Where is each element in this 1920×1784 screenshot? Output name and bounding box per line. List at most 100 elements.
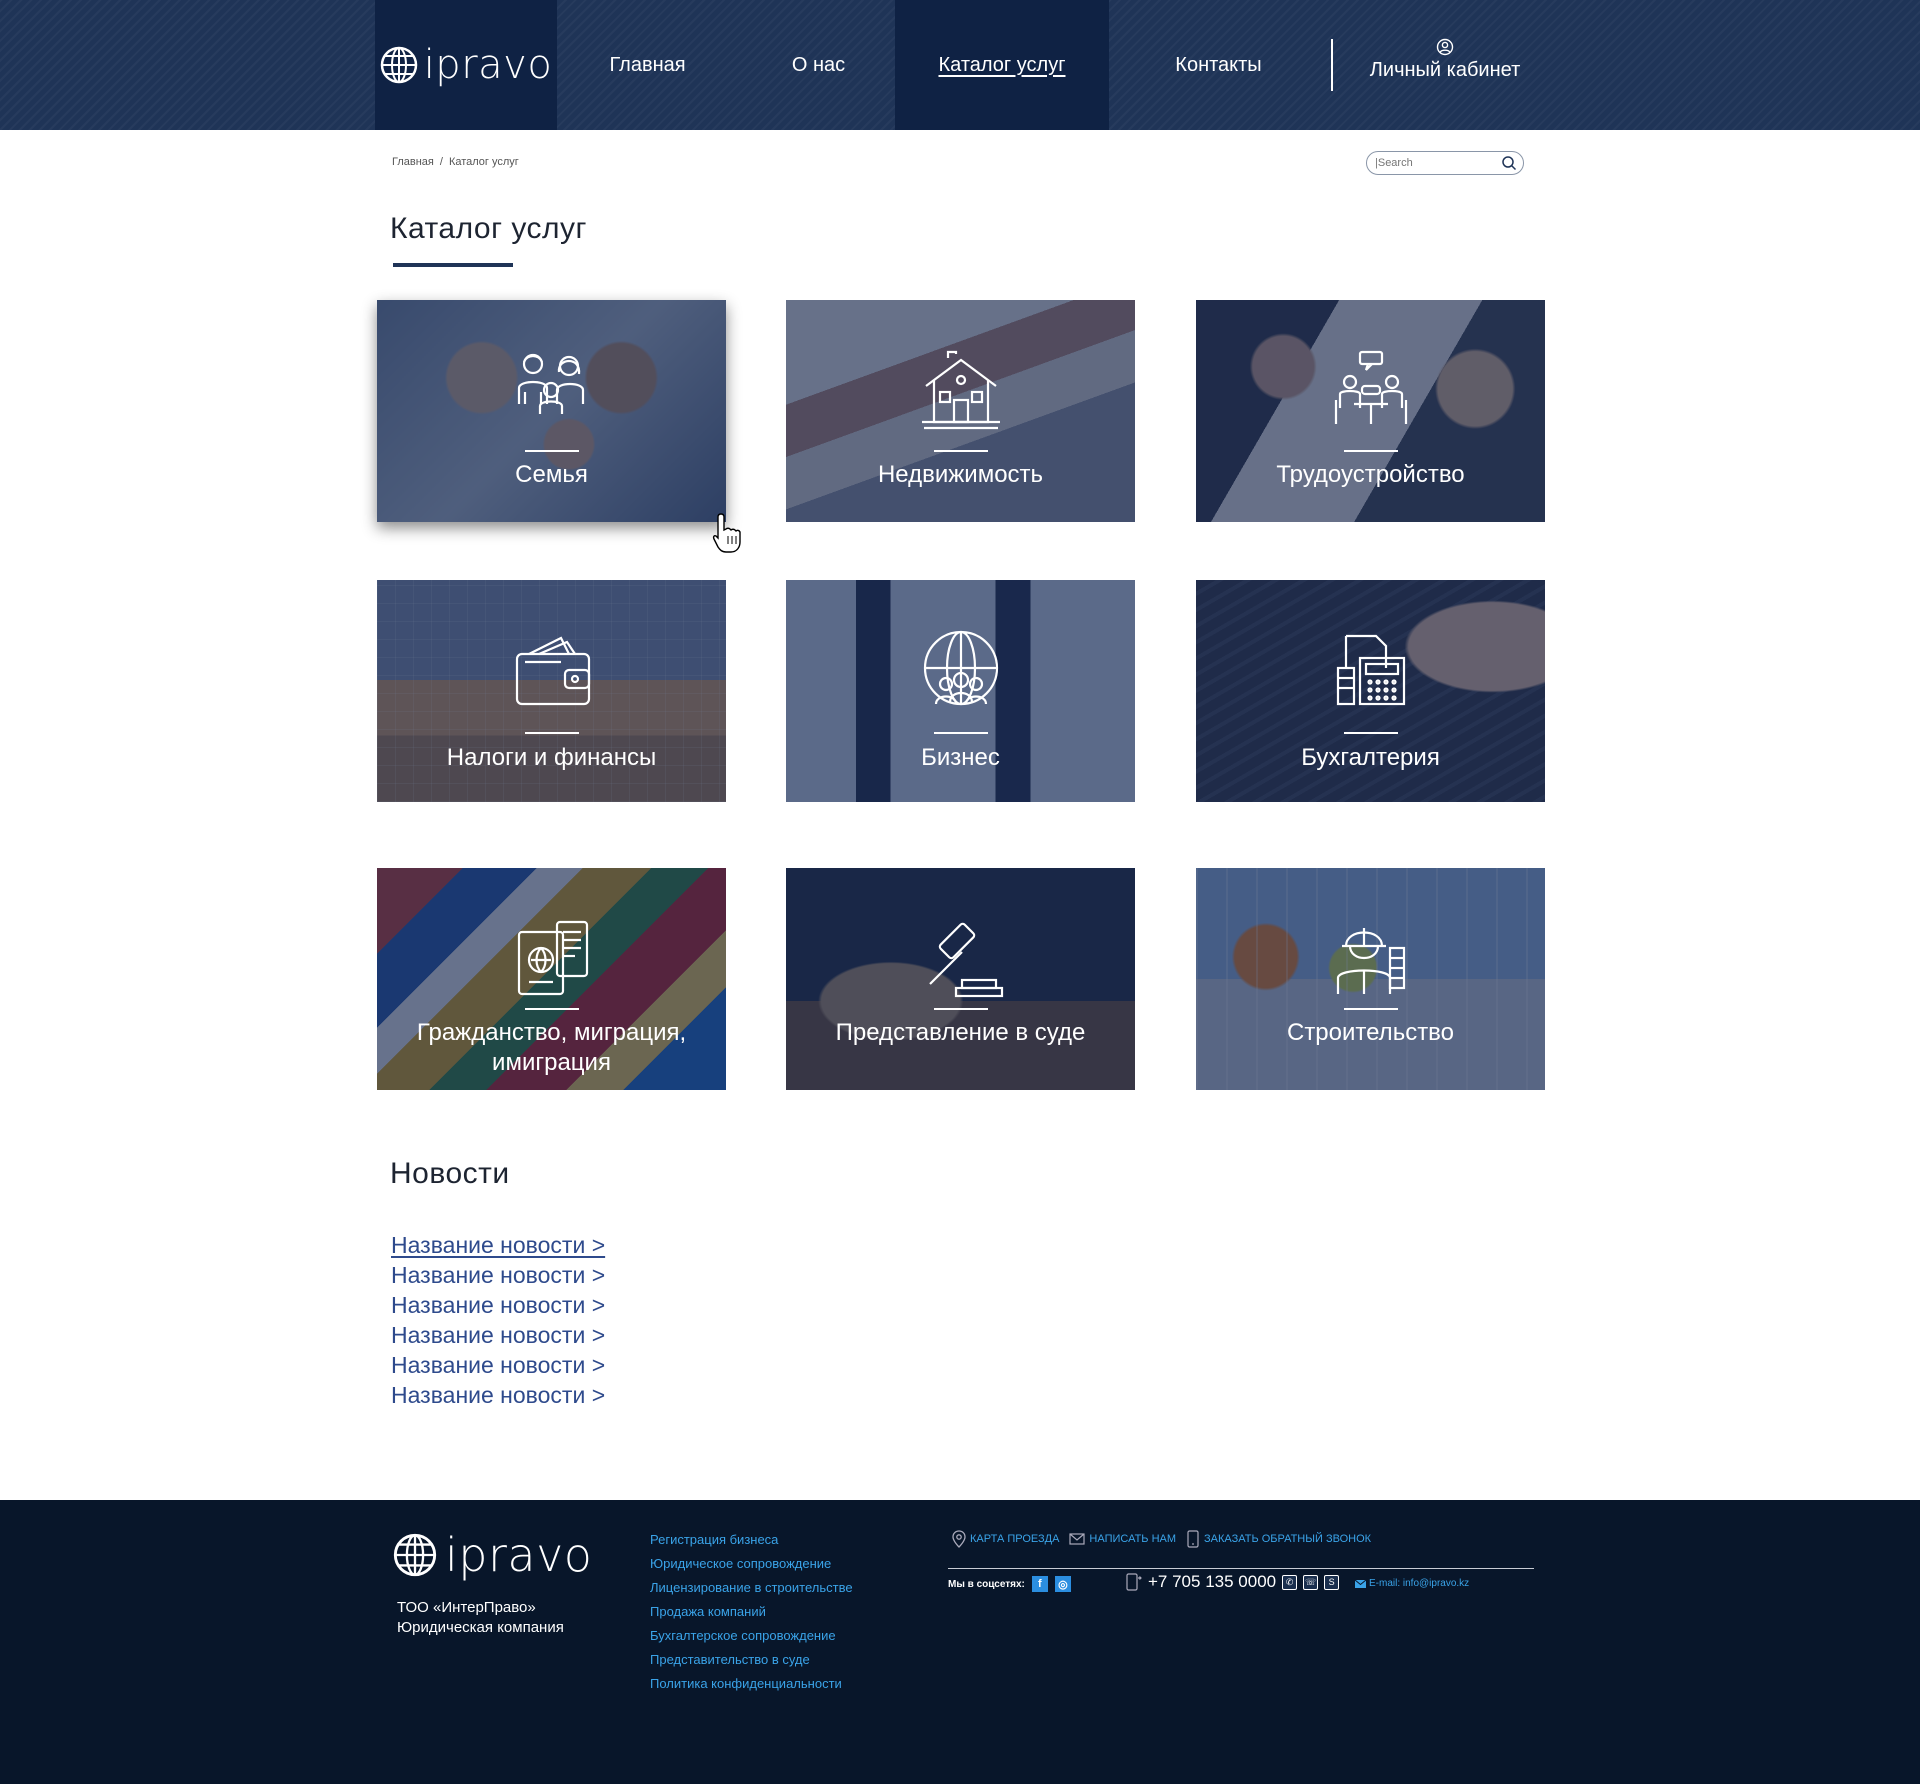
service-card-court[interactable]: Представление в суде <box>786 868 1135 1090</box>
service-card-taxes[interactable]: Налоги и финансы <box>377 580 726 802</box>
site-header: ipravo Главная О нас Каталог услуг Конта… <box>0 0 1920 130</box>
card-divider <box>524 450 579 452</box>
map-label: КАРТА ПРОЕЗДА <box>970 1533 1060 1545</box>
logo[interactable]: ipravo <box>375 0 557 130</box>
news-item: Название новости > <box>391 1230 605 1260</box>
card-label: Бизнес <box>921 744 1000 771</box>
card-divider <box>1343 732 1398 734</box>
nav-catalog-label: Каталог услуг <box>938 53 1066 76</box>
news-link[interactable]: Название новости > <box>391 1262 605 1288</box>
mail-icon <box>1355 1579 1366 1588</box>
personal-cabinet-link[interactable]: Личный кабинет <box>1350 38 1540 82</box>
breadcrumb-current: Каталог услуг <box>448 156 519 168</box>
cabinet-label: Личный кабинет <box>1369 59 1521 81</box>
news-item: Название новости > <box>391 1320 605 1350</box>
meeting-icon <box>1334 350 1407 424</box>
phone-icon <box>1126 1573 1142 1591</box>
social-block: Мы в соцсетях: f ◎ <box>948 1576 1071 1592</box>
callback-label: ЗАКАЗАТЬ ОБРАТНЫЙ ЗВОНОК <box>1204 1533 1372 1545</box>
nav-home-label: Главная <box>609 53 686 76</box>
news-item: Название новости > <box>391 1380 605 1410</box>
write-us-link[interactable]: НАПИСАТЬ НАМ <box>1069 1533 1176 1545</box>
card-divider <box>933 732 988 734</box>
news-link[interactable]: Название новости > <box>391 1382 605 1408</box>
card-label: Недвижимость <box>877 461 1044 488</box>
news-item: Название новости > <box>391 1260 605 1290</box>
search-box <box>1366 151 1524 175</box>
facebook-icon[interactable]: f <box>1031 1576 1048 1592</box>
envelope-icon <box>1069 1533 1086 1545</box>
card-label: Строительство <box>1286 1019 1455 1046</box>
card-divider <box>933 1008 988 1010</box>
title-underline <box>393 263 513 267</box>
footer-logo[interactable]: ipravo <box>393 1528 592 1582</box>
write-label: НАПИСАТЬ НАМ <box>1089 1533 1177 1545</box>
map-pin-icon <box>952 1530 966 1548</box>
card-label: Трудоустройство <box>1276 461 1465 488</box>
card-divider <box>524 732 579 734</box>
search-icon[interactable] <box>1501 155 1517 171</box>
nav-home[interactable]: Главная <box>576 0 719 130</box>
footer-link[interactable]: Юридическое сопровождение <box>650 1552 853 1576</box>
breadcrumb-separator: / <box>439 156 443 168</box>
card-divider <box>1343 1008 1398 1010</box>
passport-icon <box>517 920 588 996</box>
card-label: Представление в суде <box>835 1019 1086 1046</box>
service-card-construction[interactable]: Строительство <box>1196 868 1545 1090</box>
phone-block: +7 705 135 0000 ✆ ☏ S <box>1124 1572 1340 1592</box>
search-input[interactable] <box>1375 157 1495 169</box>
footer-link[interactable]: Продажа компаний <box>650 1600 853 1624</box>
footer-divider <box>948 1568 1534 1569</box>
house-icon <box>921 350 1000 430</box>
nav-catalog[interactable]: Каталог услуг <box>895 0 1109 130</box>
news-link[interactable]: Название новости > <box>391 1292 605 1318</box>
card-label: Семья <box>515 461 588 488</box>
social-label: Мы в соцсетях: <box>948 1578 1025 1590</box>
nav-about[interactable]: О нас <box>747 0 890 130</box>
news-title: Новости <box>390 1157 510 1190</box>
news-link[interactable]: Название новости > <box>391 1232 605 1258</box>
footer-link[interactable]: Представительство в суде <box>650 1648 853 1672</box>
footer-link[interactable]: Бухгалтерское сопровождение <box>650 1624 853 1648</box>
service-card-family[interactable]: Семья <box>377 300 726 522</box>
callback-link[interactable]: ЗАКАЗАТЬ ОБРАТНЫЙ ЗВОНОК <box>1186 1530 1371 1548</box>
nav-about-label: О нас <box>791 53 846 76</box>
phone-callback-icon <box>1187 1530 1199 1548</box>
service-card-citizenship[interactable]: Гражданство, миграция, имиграция <box>377 868 726 1090</box>
instagram-icon[interactable]: ◎ <box>1054 1576 1071 1592</box>
footer-link[interactable]: Политика конфиденциальности <box>650 1672 853 1696</box>
logo-text: ipravo <box>423 42 553 88</box>
news-link[interactable]: Название новости > <box>391 1322 605 1348</box>
company-type: Юридическая компания <box>397 1619 564 1636</box>
skype-icon[interactable]: S <box>1324 1574 1340 1590</box>
footer-link[interactable]: Лицензирование в строительстве <box>650 1576 853 1600</box>
email-block[interactable]: E-mail: info@ipravo.kz <box>1355 1578 1469 1589</box>
card-label: Гражданство, миграция, имиграция <box>416 1019 687 1076</box>
service-card-real-estate[interactable]: Недвижимость <box>786 300 1135 522</box>
hand-cursor-icon <box>712 513 741 553</box>
builder-icon <box>1336 928 1405 994</box>
news-link[interactable]: Название новости > <box>391 1352 605 1378</box>
breadcrumb-home[interactable]: Главная <box>392 156 434 168</box>
viber-icon[interactable]: ☏ <box>1303 1574 1319 1590</box>
footer-company: ТОО «ИнтерПраво» Юридическая компания <box>397 1598 564 1638</box>
nav-contacts[interactable]: Контакты <box>1147 0 1290 130</box>
globe-logo-icon <box>380 46 417 84</box>
service-card-accounting[interactable]: Бухгалтерия <box>1196 580 1545 802</box>
email-address: E-mail: info@ipravo.kz <box>1369 1578 1470 1589</box>
nav-divider <box>1331 39 1333 91</box>
news-item: Название новости > <box>391 1290 605 1320</box>
phone-number[interactable]: +7 705 135 0000 <box>1148 1572 1276 1592</box>
footer-logo-text: ipravo <box>445 1528 593 1582</box>
map-link[interactable]: КАРТА ПРОЕЗДА <box>952 1530 1059 1548</box>
family-icon <box>517 353 584 414</box>
wallet-icon <box>515 636 590 706</box>
card-label: Бухгалтерия <box>1301 744 1440 771</box>
gavel-icon <box>928 922 1003 998</box>
service-card-business[interactable]: Бизнес <box>786 580 1135 802</box>
globe-logo-icon <box>393 1533 437 1577</box>
footer-link[interactable]: Регистрация бизнеса <box>650 1528 853 1552</box>
service-card-employment[interactable]: Трудоустройство <box>1196 300 1545 522</box>
news-item: Название новости > <box>391 1350 605 1380</box>
whatsapp-icon[interactable]: ✆ <box>1282 1574 1298 1590</box>
